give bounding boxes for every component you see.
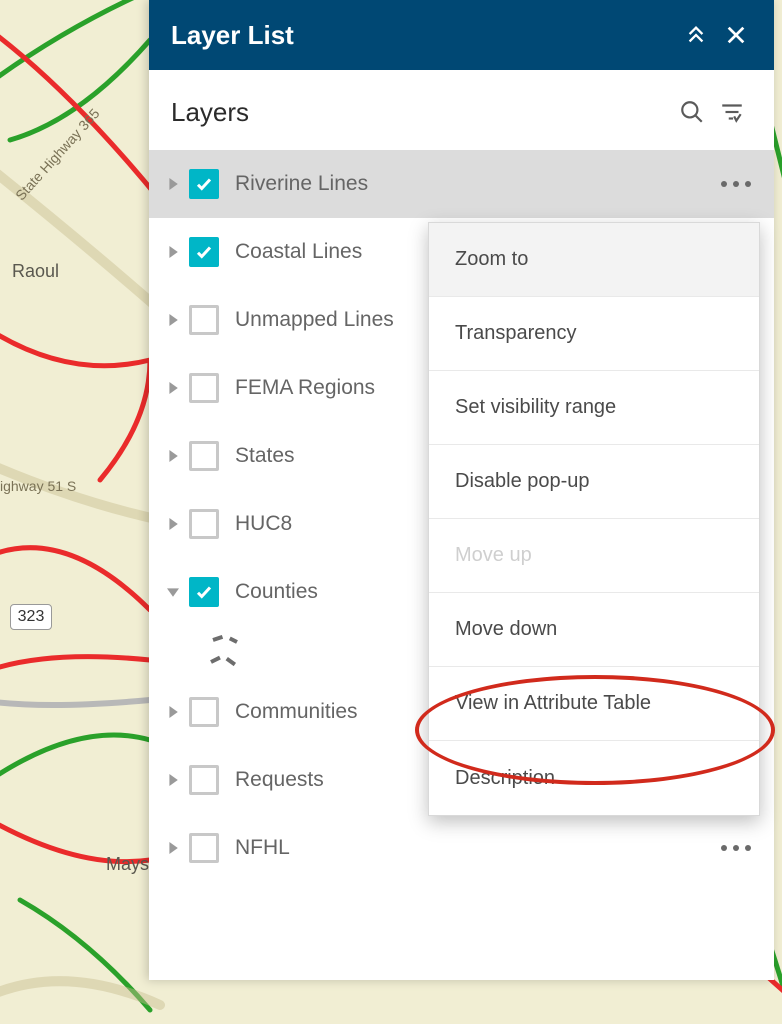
layer-visibility-checkbox[interactable] [189, 305, 219, 335]
context-menu-item[interactable]: Transparency [429, 297, 759, 371]
chevron-right-icon[interactable] [163, 702, 183, 722]
layer-visibility-checkbox[interactable] [189, 833, 219, 863]
chevron-right-icon[interactable] [163, 310, 183, 330]
context-menu-item-label: Disable pop-up [455, 470, 590, 493]
context-menu-item[interactable]: View in Attribute Table [429, 667, 759, 741]
context-menu-item-label: Set visibility range [455, 396, 616, 419]
panel-subheader: Layers [149, 70, 774, 150]
context-menu-item[interactable]: Set visibility range [429, 371, 759, 445]
layer-context-menu: Zoom to Transparency Set visibility range D… [428, 222, 760, 816]
layer-visibility-checkbox[interactable] [189, 697, 219, 727]
panel-subtitle: Layers [171, 97, 672, 128]
search-layers-button[interactable] [672, 92, 712, 132]
layer-item[interactable]: Riverine Lines [149, 150, 774, 218]
context-menu-item-label: Description [455, 767, 555, 790]
place-label-raoul: Raoul [12, 261, 59, 282]
search-icon [692, 112, 693, 113]
chevron-right-icon[interactable] [163, 174, 183, 194]
layer-visibility-checkbox[interactable] [189, 373, 219, 403]
context-menu-item[interactable]: Description [429, 741, 759, 815]
layer-actions-button[interactable] [716, 828, 756, 868]
layer-visibility-checkbox[interactable] [189, 441, 219, 471]
collapse-icon [696, 35, 697, 36]
chevron-right-icon[interactable] [163, 514, 183, 534]
layer-actions-button[interactable] [716, 164, 756, 204]
panel-header: Layer List [149, 0, 774, 70]
context-menu-item[interactable]: Disable pop-up [429, 445, 759, 519]
chevron-right-icon[interactable] [163, 770, 183, 790]
layer-label: NFHL [235, 836, 716, 860]
layer-visibility-checkbox[interactable] [189, 169, 219, 199]
chevron-down-icon[interactable] [163, 582, 183, 602]
context-menu-item: Move up [429, 519, 759, 593]
collapse-all-button[interactable] [676, 15, 716, 55]
context-menu-item[interactable]: Move down [429, 593, 759, 667]
filter-icon [732, 112, 733, 113]
close-panel-button[interactable] [716, 15, 756, 55]
ellipsis-icon [721, 845, 751, 851]
route-shield-323: 323 [10, 604, 52, 630]
chevron-right-icon[interactable] [163, 242, 183, 262]
context-menu-item-label: Move down [455, 618, 557, 641]
layer-visibility-checkbox[interactable] [189, 237, 219, 267]
chevron-right-icon[interactable] [163, 378, 183, 398]
context-menu-item-label: Transparency [455, 322, 577, 345]
context-menu-item[interactable]: Zoom to [429, 223, 759, 297]
layer-visibility-checkbox[interactable] [189, 509, 219, 539]
chevron-right-icon[interactable] [163, 838, 183, 858]
layer-item[interactable]: NFHL [149, 814, 774, 882]
ellipsis-icon [721, 181, 751, 187]
layer-visibility-checkbox[interactable] [189, 577, 219, 607]
filter-layers-button[interactable] [712, 92, 752, 132]
layer-label: Riverine Lines [235, 172, 716, 196]
context-menu-item-label: Zoom to [455, 248, 528, 271]
place-label-mays: Mays [106, 854, 149, 875]
panel-title: Layer List [171, 20, 676, 51]
chevron-right-icon[interactable] [163, 446, 183, 466]
context-menu-item-label: View in Attribute Table [455, 692, 651, 715]
layer-visibility-checkbox[interactable] [189, 765, 219, 795]
close-icon [736, 35, 737, 36]
context-menu-item-label: Move up [455, 544, 532, 567]
